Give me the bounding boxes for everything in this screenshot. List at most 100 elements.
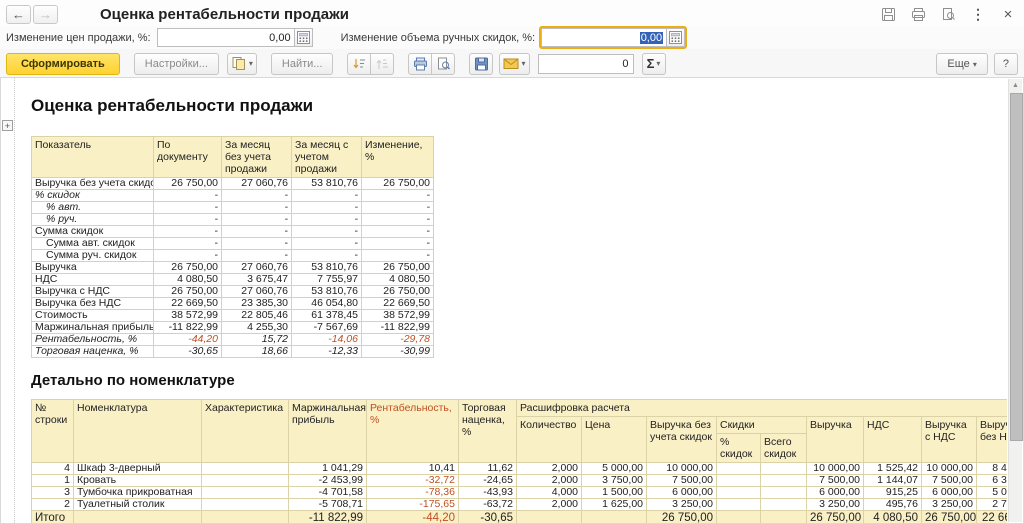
- cell-value[interactable]: -: [153, 189, 222, 202]
- save-icon[interactable]: [880, 6, 896, 22]
- cell-value[interactable]: -78,36: [366, 486, 459, 499]
- cell-value[interactable]: 61 378,45: [291, 309, 362, 322]
- cell-value[interactable]: -: [361, 201, 434, 214]
- discount-change-input[interactable]: 0,00: [541, 28, 667, 47]
- report-variants-button[interactable]: ▾: [226, 52, 257, 75]
- cell-value[interactable]: 26 750,00: [361, 285, 434, 298]
- scrollbar-thumb[interactable]: [1010, 93, 1023, 441]
- more-button[interactable]: Еще ▾: [936, 52, 988, 75]
- cell-value[interactable]: 53 810,76: [291, 177, 362, 190]
- cell-value[interactable]: -12,33: [291, 345, 362, 358]
- row-label[interactable]: Торговая наценка, %: [31, 345, 154, 358]
- row-counter-field[interactable]: [537, 53, 634, 74]
- cell-value[interactable]: 3 750,00: [581, 474, 647, 487]
- cell-value[interactable]: 3 250,00: [806, 498, 864, 511]
- cell-value[interactable]: -: [361, 237, 434, 250]
- cell-value[interactable]: -: [221, 213, 292, 226]
- cell-value[interactable]: 3: [31, 486, 74, 499]
- cell-value[interactable]: Туалетный столик: [73, 498, 202, 511]
- cell-value[interactable]: 2,000: [516, 474, 582, 487]
- row-label[interactable]: Стоимость: [31, 309, 154, 322]
- cell-value[interactable]: 1 144,07: [863, 474, 922, 487]
- cell-value[interactable]: [760, 474, 807, 487]
- cell-value[interactable]: 26 750,00: [153, 177, 222, 190]
- cell-value[interactable]: -: [153, 237, 222, 250]
- row-label[interactable]: Выручка без учета скидок: [31, 177, 154, 190]
- expand-group-button[interactable]: +: [2, 120, 13, 131]
- cell-value[interactable]: -44,20: [153, 333, 222, 346]
- cell-value[interactable]: 23 385,30: [221, 297, 292, 310]
- vertical-scrollbar[interactable]: ▲: [1008, 79, 1023, 522]
- cell-value[interactable]: [760, 486, 807, 499]
- cell-value[interactable]: 10,41: [366, 462, 459, 475]
- expand-groups-button[interactable]: [370, 52, 395, 75]
- cell-value[interactable]: 26 750,00: [361, 177, 434, 190]
- cell-value[interactable]: -5 708,71: [288, 498, 367, 511]
- cell-value[interactable]: -: [291, 189, 362, 202]
- cell-value[interactable]: 3 250,00: [921, 498, 977, 511]
- discount-calculator-button[interactable]: [666, 28, 686, 47]
- cell-value[interactable]: [716, 510, 761, 523]
- cell-value[interactable]: 2,000: [516, 462, 582, 475]
- cell-value[interactable]: [201, 498, 289, 511]
- cell-value[interactable]: -4 701,58: [288, 486, 367, 499]
- cell-value[interactable]: 10 000,00: [806, 462, 864, 475]
- row-label[interactable]: Сумма руч. скидок: [31, 249, 154, 262]
- cell-value[interactable]: -11 822,99: [361, 321, 434, 334]
- cell-value[interactable]: 6 355,93: [975, 474, 1007, 487]
- cell-value[interactable]: -11 822,99: [288, 510, 367, 523]
- cell-value[interactable]: 15,72: [221, 333, 292, 346]
- cell-value[interactable]: -14,06: [291, 333, 362, 346]
- cell-value[interactable]: -: [291, 225, 362, 238]
- cell-value[interactable]: [716, 486, 761, 499]
- cell-value[interactable]: 5 084,75: [975, 486, 1007, 499]
- cell-value[interactable]: 7 500,00: [646, 474, 717, 487]
- cell-value[interactable]: 6 000,00: [921, 486, 977, 499]
- cell-value[interactable]: -: [153, 213, 222, 226]
- cell-value[interactable]: [73, 510, 202, 523]
- cell-value[interactable]: -43,93: [458, 486, 517, 499]
- cell-value[interactable]: -: [291, 249, 362, 262]
- row-label[interactable]: % скидок: [31, 189, 154, 202]
- cell-value[interactable]: -: [221, 189, 292, 202]
- cell-value[interactable]: Шкаф 3-дверный: [73, 462, 202, 475]
- cell-value[interactable]: 1 625,00: [581, 498, 647, 511]
- cell-value[interactable]: [760, 510, 807, 523]
- cell-value[interactable]: [201, 486, 289, 499]
- save-result-button[interactable]: [469, 52, 494, 75]
- cell-value[interactable]: -: [221, 225, 292, 238]
- row-label[interactable]: % руч.: [31, 213, 154, 226]
- cell-value[interactable]: -: [361, 189, 434, 202]
- cell-value[interactable]: 6 000,00: [806, 486, 864, 499]
- cell-value[interactable]: 38 572,99: [153, 309, 222, 322]
- cell-value[interactable]: [760, 462, 807, 475]
- cell-value[interactable]: -: [153, 225, 222, 238]
- cell-value[interactable]: 4 080,50: [863, 510, 922, 523]
- cell-value[interactable]: -: [361, 225, 434, 238]
- cell-value[interactable]: 10 000,00: [921, 462, 977, 475]
- cell-value[interactable]: 3 675,47: [221, 273, 292, 286]
- cell-value[interactable]: [201, 510, 289, 523]
- cell-value[interactable]: 11,62: [458, 462, 517, 475]
- cell-value[interactable]: -63,72: [458, 498, 517, 511]
- cell-value[interactable]: 10 000,00: [646, 462, 717, 475]
- cell-value[interactable]: -30,65: [153, 345, 222, 358]
- row-label[interactable]: % авт.: [31, 201, 154, 214]
- close-icon[interactable]: ×: [1000, 6, 1016, 23]
- cell-value[interactable]: 3 250,00: [646, 498, 717, 511]
- cell-value[interactable]: -: [153, 249, 222, 262]
- row-label[interactable]: Рентабельность, %: [31, 333, 154, 346]
- cell-value[interactable]: -7 567,69: [291, 321, 362, 334]
- cell-value[interactable]: 27 060,76: [221, 285, 292, 298]
- cell-value[interactable]: [581, 510, 647, 523]
- cell-value[interactable]: [716, 462, 761, 475]
- cell-value[interactable]: 1 525,42: [863, 462, 922, 475]
- generate-button[interactable]: Сформировать: [6, 52, 120, 75]
- scroll-up-arrow-icon[interactable]: ▲: [1009, 79, 1022, 92]
- cell-value[interactable]: Итого: [31, 510, 74, 523]
- cell-value[interactable]: -175,65: [366, 498, 459, 511]
- cell-value[interactable]: 2,000: [516, 498, 582, 511]
- cell-value[interactable]: 53 810,76: [291, 285, 362, 298]
- cell-value[interactable]: -: [221, 237, 292, 250]
- cell-value[interactable]: 4: [31, 462, 74, 475]
